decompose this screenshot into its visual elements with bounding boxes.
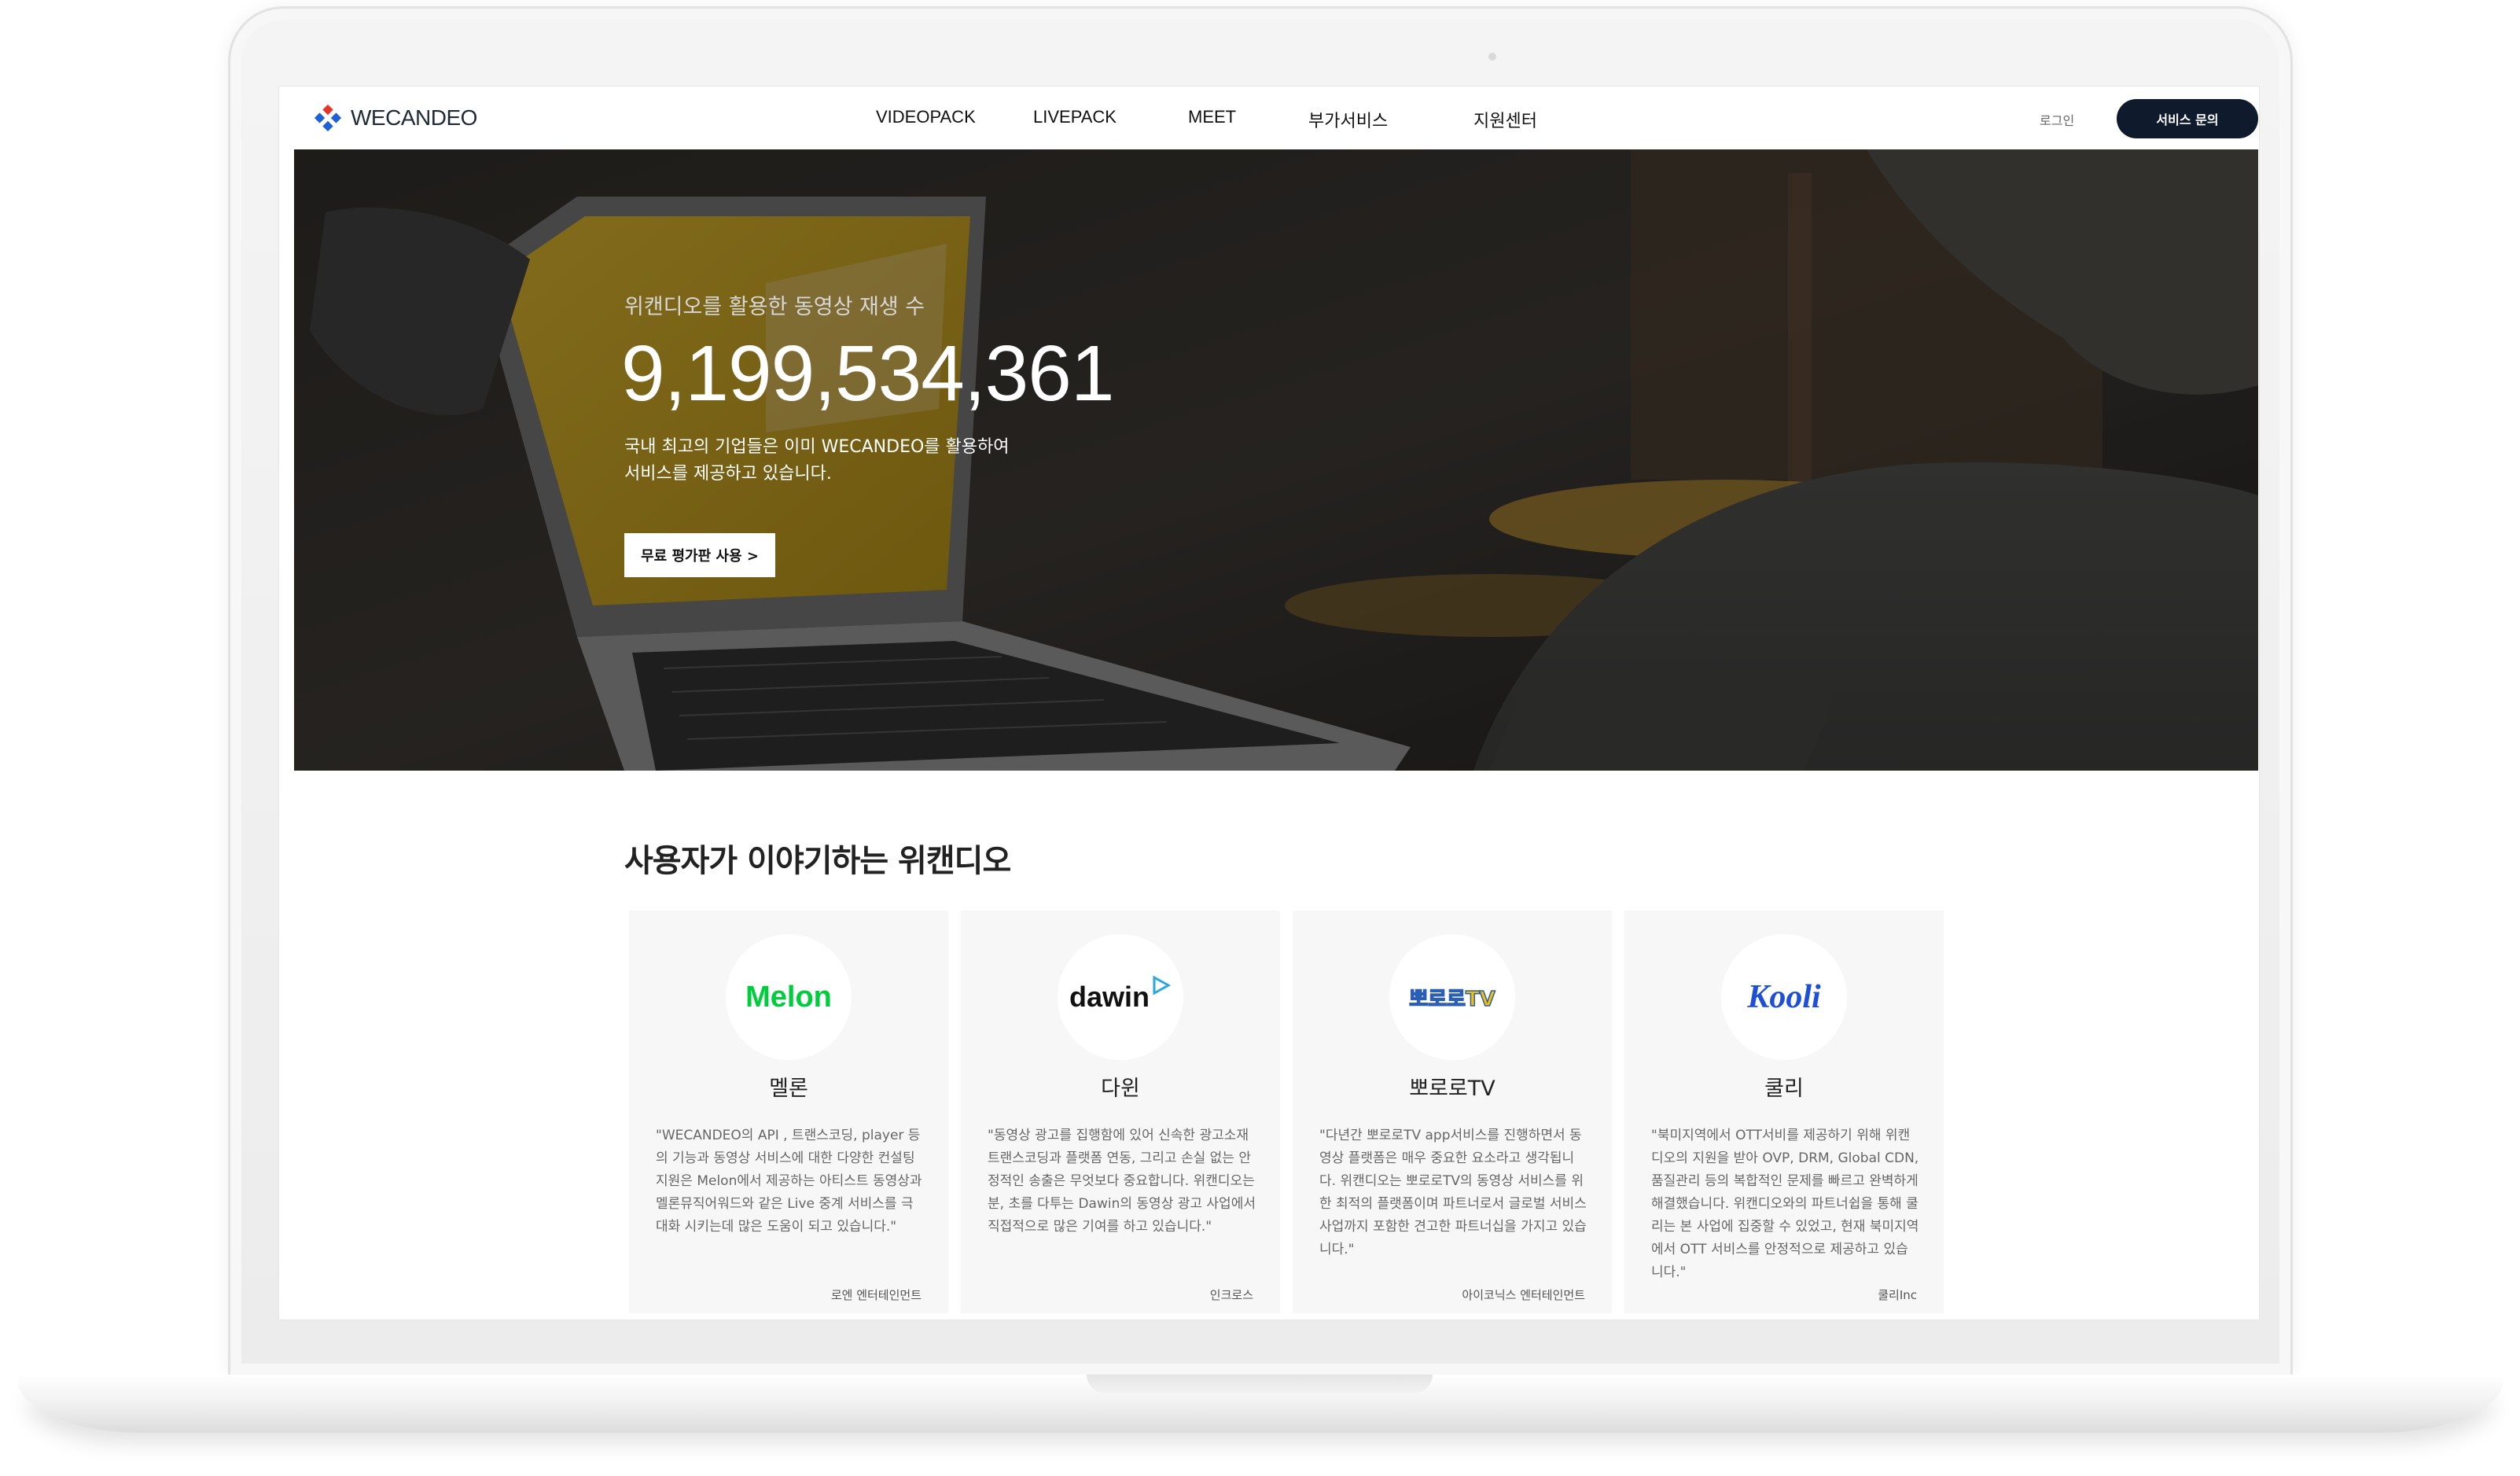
testimonial-card-dawin: dawin 다윈 "동영상 광고를 집행함에 있어 신속한 광고소재 트랜스코딩… [961, 911, 1280, 1313]
card-name: 쿨리 [1764, 1077, 1804, 1101]
card-quote: "WECANDEO의 API , 트랜스코딩, player 등의 기능과 동영… [656, 1128, 922, 1235]
card-name: 다윈 [1101, 1077, 1140, 1101]
card-company: 쿨리Inc [1878, 1288, 1917, 1302]
card-company: 로엔 엔터테인먼트 [830, 1288, 922, 1302]
nav-additional-services[interactable]: 부가서비스 [1308, 107, 1388, 132]
service-inquiry-button[interactable]: 서비스 문의 [2117, 99, 2258, 138]
free-trial-button[interactable]: 무료 평가판 사용 > [624, 533, 775, 577]
testimonial-card-pororo-tv: 뽀로로TV 뽀로로TV "다년간 뽀로로TV app서비스를 진행하면서 동영상… [1293, 911, 1612, 1313]
nav-livepack[interactable]: LIVEPACK [1033, 107, 1117, 127]
play-icon [1153, 975, 1172, 996]
testimonials-title: 사용자가 이야기하는 위캔디오 [624, 843, 1011, 879]
card-quote: "동영상 광고를 집행함에 있어 신속한 광고소재 트랜스코딩과 플랫폼 연동,… [988, 1128, 1256, 1235]
hero-subtitle: 위캔디오를 활용한 동영상 재생 수 [624, 295, 925, 319]
melon-logo: Melon [726, 934, 852, 1060]
testimonial-card-kooli: Kooli 쿨리 "북미지역에서 OTT서비를 제공하기 위해 위캔디오의 지원… [1624, 911, 1944, 1313]
kooli-logo-text: Kooli [1747, 979, 1821, 1015]
hero-description-line: 서비스를 제공하고 있습니다. [624, 464, 832, 484]
kooli-logo: Kooli [1721, 934, 1847, 1060]
wecandeo-logo-icon [314, 104, 342, 132]
hero-description: 국내 최고의 기업들은 이미 WECANDEO를 활용하여 서비스를 제공하고 … [624, 434, 1010, 488]
top-nav: WECANDEO VIDEOPACK LIVEPACK MEET 부가서비스 지… [294, 86, 2258, 149]
nav-meet[interactable]: MEET [1188, 107, 1236, 127]
dawin-logo-text: dawin [1069, 981, 1150, 1013]
camera-icon [1488, 53, 1496, 61]
card-quote: "북미지역에서 OTT서비를 제공하기 위해 위캔디오의 지원을 받아 OVP,… [1651, 1128, 1919, 1280]
nav-support-center[interactable]: 지원센터 [1473, 107, 1537, 132]
pororo-tv-logo-text: 뽀로로TV [1408, 987, 1495, 1012]
login-link[interactable]: 로그인 [2040, 110, 2074, 129]
website: WECANDEO VIDEOPACK LIVEPACK MEET 부가서비스 지… [294, 86, 2258, 1313]
logo-text: WECANDEO [351, 105, 477, 130]
pororo-tv-logo: 뽀로로TV [1389, 934, 1515, 1060]
card-company: 인크로스 [1209, 1288, 1253, 1302]
testimonial-card-melon: Melon 멜론 "WECANDEO의 API , 트랜스코딩, player … [629, 911, 948, 1313]
hero-photo [294, 149, 2258, 771]
nav-videopack[interactable]: VIDEOPACK [876, 107, 976, 127]
hero-banner: 위캔디오를 활용한 동영상 재생 수 9,199,534,361 국내 최고의 … [294, 149, 2258, 771]
hero-description-line: 국내 최고의 기업들은 이미 WECANDEO를 활용하여 [624, 437, 1010, 457]
card-name: 뽀로로TV [1409, 1077, 1495, 1101]
play-count: 9,199,534,361 [621, 329, 1115, 418]
melon-logo-text: Melon [745, 980, 832, 1014]
card-company: 아이코닉스 엔터테인먼트 [1462, 1288, 1585, 1302]
card-name: 멜론 [769, 1077, 808, 1101]
card-quote: "다년간 뽀로로TV app서비스를 진행하면서 동영상 플랫폼은 매우 중요한… [1319, 1128, 1587, 1257]
laptop-notch [1087, 1375, 1433, 1393]
logo[interactable]: WECANDEO [313, 104, 477, 132]
dawin-logo: dawin [1058, 934, 1183, 1060]
